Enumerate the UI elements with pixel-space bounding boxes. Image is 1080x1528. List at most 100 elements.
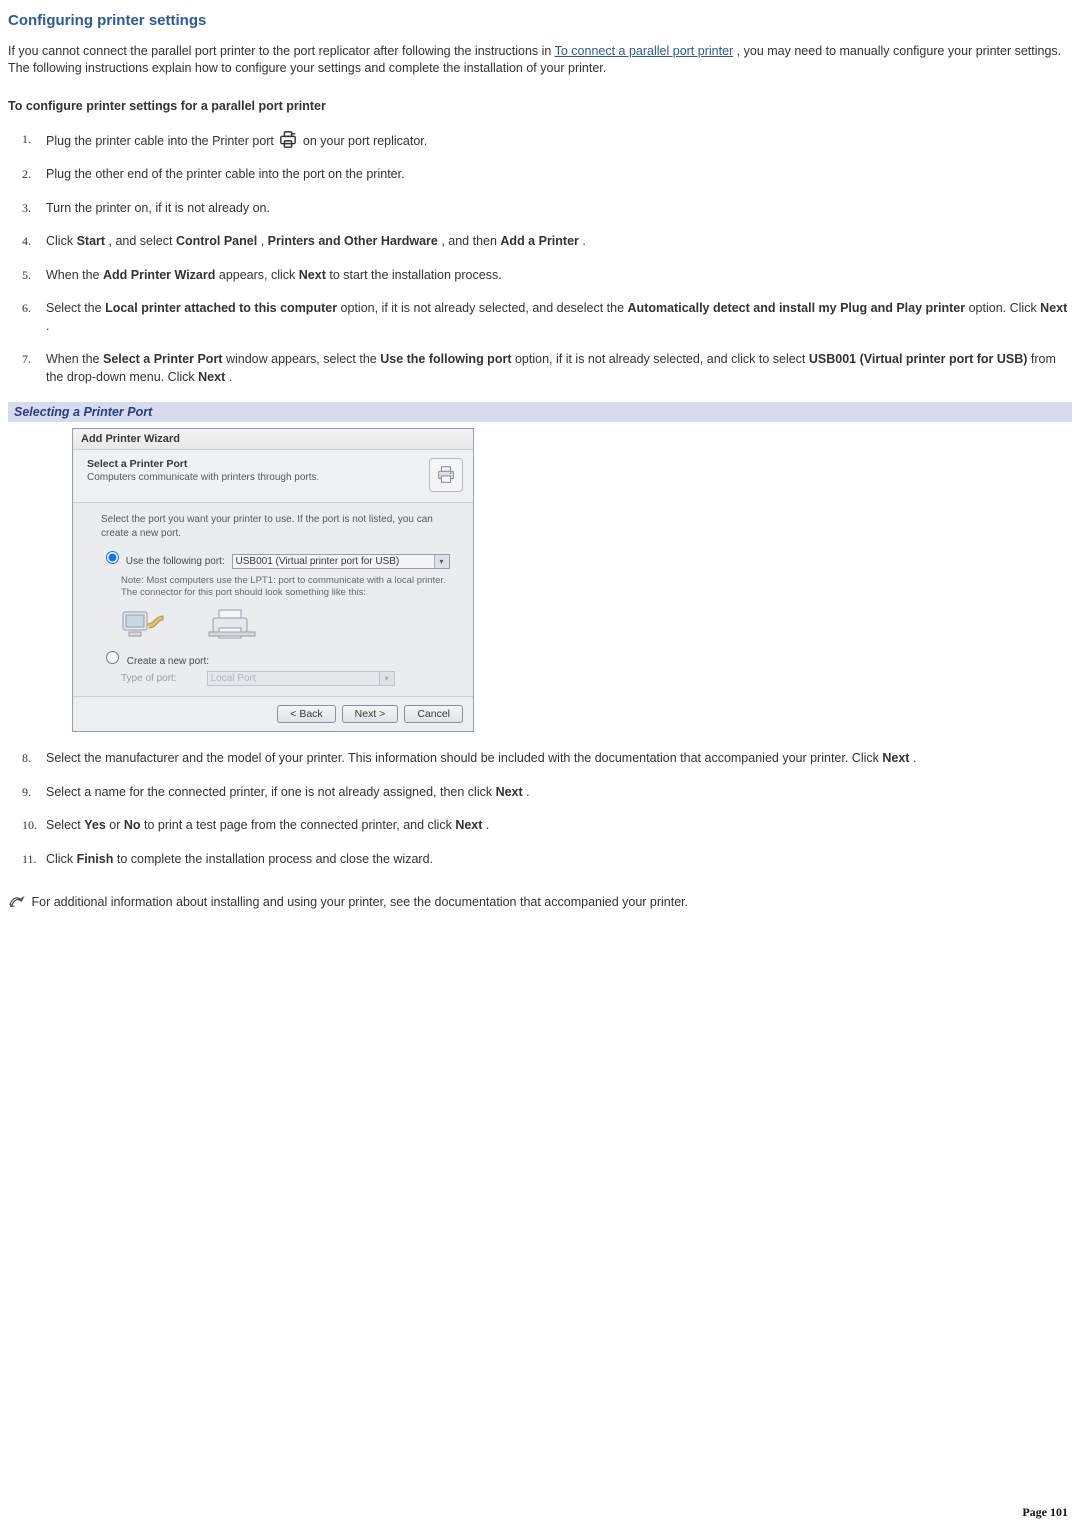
wizard-header: Select a Printer Port Computers communic… — [73, 450, 473, 503]
printer-icon — [429, 458, 463, 492]
cancel-button[interactable]: Cancel — [404, 705, 463, 723]
ui-term: Yes — [84, 818, 106, 832]
section-heading: To configure printer settings for a para… — [8, 99, 1072, 113]
step-number: 6. — [22, 300, 31, 317]
wizard-titlebar: Add Printer Wizard — [73, 429, 473, 450]
ui-term: Start — [77, 234, 105, 248]
step-text: . — [46, 319, 49, 333]
ui-term: USB001 (Virtual printer port for USB) — [809, 352, 1028, 366]
step-8: 8. Select the manufacturer and the model… — [22, 750, 1072, 768]
use-following-port-radio[interactable] — [106, 551, 119, 564]
ui-term: Printers and Other Hardware — [268, 234, 438, 248]
create-new-port-label: Create a new port: — [127, 656, 209, 667]
add-printer-wizard-dialog: Add Printer Wizard Select a Printer Port… — [72, 428, 474, 732]
step-5: 5. When the Add Printer Wizard appears, … — [22, 267, 1072, 285]
wizard-body: Select the port you want your printer to… — [73, 503, 473, 696]
chevron-down-icon: ▾ — [434, 555, 449, 568]
step-text: option, if it is not already selected, a… — [515, 352, 809, 366]
ui-term: Next — [1040, 301, 1067, 315]
back-button[interactable]: < Back — [277, 705, 335, 723]
step-2: 2. Plug the other end of the printer cab… — [22, 166, 1072, 184]
type-of-port-row: Type of port: Local Port ▾ — [121, 671, 455, 686]
step-text: . — [913, 751, 916, 765]
step-text: option, if it is not already selected, a… — [341, 301, 628, 315]
step-text: option. Click — [969, 301, 1041, 315]
step-number: 1. — [22, 131, 31, 148]
step-text: , and then — [441, 234, 500, 248]
next-button[interactable]: Next > — [342, 705, 399, 723]
step-4: 4. Click Start , and select Control Pane… — [22, 233, 1072, 251]
wizard-note: Note: Most computers use the LPT1: port … — [121, 575, 455, 598]
ui-term: Next — [198, 370, 225, 384]
step-number: 9. — [22, 784, 31, 801]
ui-term: Add a Printer — [500, 234, 579, 248]
page-title: Configuring printer settings — [8, 12, 1072, 29]
figure-wrap: Add Printer Wizard Select a Printer Port… — [72, 428, 1072, 732]
step-text: appears, click — [219, 268, 299, 282]
step-text: window appears, select the — [226, 352, 380, 366]
step-11: 11. Click Finish to complete the install… — [22, 851, 1072, 869]
ui-term: Automatically detect and install my Plug… — [628, 301, 966, 315]
intro-paragraph: If you cannot connect the parallel port … — [8, 43, 1072, 77]
wizard-button-row: < Back Next > Cancel — [73, 696, 473, 731]
step-7: 7. When the Select a Printer Port window… — [22, 351, 1072, 386]
step-1: 1. Plug the printer cable into the Print… — [22, 131, 1072, 151]
step-text: to complete the installation process and… — [117, 852, 433, 866]
wizard-header-title: Select a Printer Port — [87, 458, 429, 470]
step-number: 7. — [22, 351, 31, 368]
step-text: Click — [46, 852, 77, 866]
steps-list-b: 8. Select the manufacturer and the model… — [8, 750, 1072, 868]
type-of-port-value: Local Port — [211, 673, 256, 684]
port-select-value: USB001 (Virtual printer port for USB) — [236, 556, 400, 567]
footer-note-text: For additional information about install… — [31, 895, 688, 909]
step-text: When the — [46, 352, 103, 366]
step-text: . — [526, 785, 529, 799]
computer-icon — [121, 606, 167, 642]
step-text: Plug the printer cable into the Printer … — [46, 134, 277, 148]
step-text: to start the installation process. — [329, 268, 501, 282]
step-text: , — [261, 234, 268, 248]
step-text: . — [229, 370, 232, 384]
step-number: 3. — [22, 200, 31, 217]
step-number: 4. — [22, 233, 31, 250]
port-select[interactable]: USB001 (Virtual printer port for USB) ▾ — [232, 554, 450, 569]
note-icon — [8, 894, 26, 908]
step-text: Select the — [46, 301, 105, 315]
step-text: Click — [46, 234, 77, 248]
step-text: Select the manufacturer and the model of… — [46, 751, 882, 765]
ui-term: Next — [882, 751, 909, 765]
ui-term: Next — [455, 818, 482, 832]
step-9: 9. Select a name for the connected print… — [22, 784, 1072, 802]
step-text: When the — [46, 268, 103, 282]
ui-term: Add Printer Wizard — [103, 268, 215, 282]
ui-term: Next — [299, 268, 326, 282]
ui-term: Next — [496, 785, 523, 799]
chevron-down-icon: ▾ — [379, 672, 394, 685]
printer-port-icon — [277, 131, 299, 149]
printer-device-icon — [207, 606, 257, 642]
wizard-body-intro: Select the port you want your printer to… — [101, 513, 455, 540]
step-number: 11. — [22, 851, 37, 868]
create-new-port-radio[interactable] — [106, 651, 119, 664]
ui-term: No — [124, 818, 141, 832]
type-of-port-label: Type of port: — [121, 673, 177, 684]
figure-caption: Selecting a Printer Port — [8, 402, 1072, 422]
step-10: 10. Select Yes or No to print a test pag… — [22, 817, 1072, 835]
page-number: Page 101 — [1022, 1505, 1068, 1520]
ui-term: Local printer attached to this computer — [105, 301, 337, 315]
step-text: Turn the printer on, if it is not alread… — [46, 201, 270, 215]
step-text: , and select — [109, 234, 176, 248]
parallel-port-link[interactable]: To connect a parallel port printer — [555, 44, 734, 58]
wizard-header-sub: Computers communicate with printers thro… — [87, 472, 429, 483]
connector-illustration — [121, 606, 455, 642]
step-text: or — [109, 818, 124, 832]
step-text: Select — [46, 818, 84, 832]
step-text: on your port replicator. — [303, 134, 427, 148]
step-text: . — [486, 818, 489, 832]
step-3: 3. Turn the printer on, if it is not alr… — [22, 200, 1072, 218]
intro-text-pre: If you cannot connect the parallel port … — [8, 44, 555, 58]
step-number: 2. — [22, 166, 31, 183]
step-text: . — [582, 234, 585, 248]
step-text: Select a name for the connected printer,… — [46, 785, 496, 799]
create-new-port-row: Create a new port: — [101, 648, 455, 667]
